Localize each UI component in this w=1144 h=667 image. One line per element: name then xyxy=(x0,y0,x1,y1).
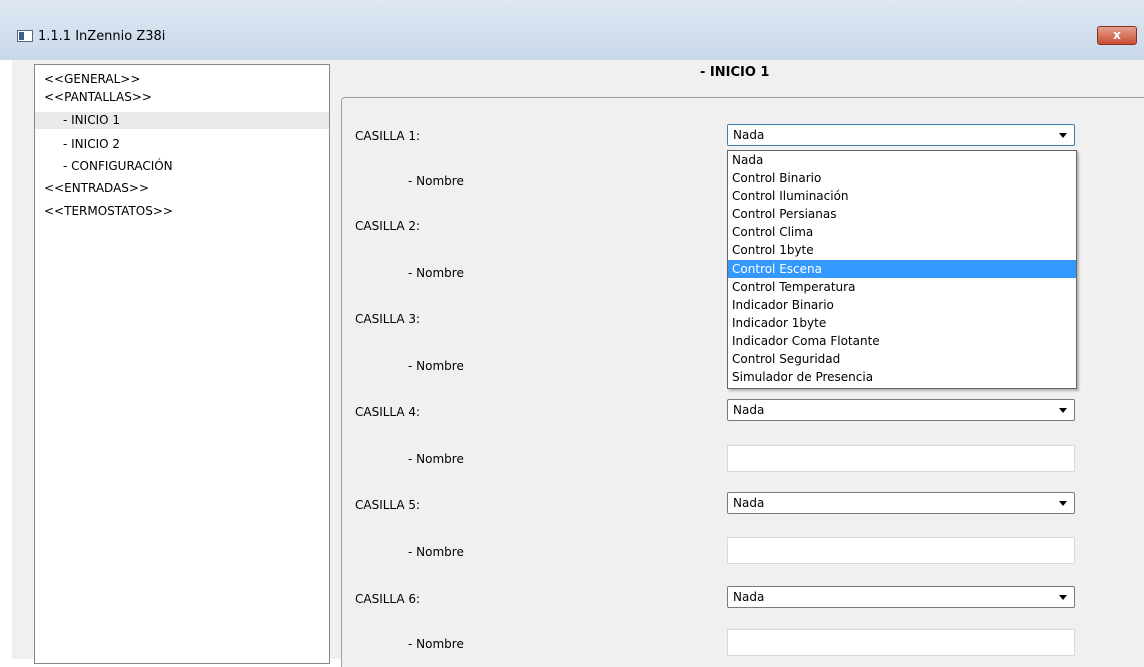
tree-item-pantallas[interactable]: <<PANTALLAS>> xyxy=(35,89,329,106)
casilla-3-nombre-label: - Nombre xyxy=(408,359,464,373)
casilla-4-nombre-input[interactable] xyxy=(727,445,1075,472)
casilla-6-nombre-label: - Nombre xyxy=(408,637,464,651)
casilla-1-nombre-label: - Nombre xyxy=(408,174,464,188)
dropdown-option-indicador-1byte[interactable]: Indicador 1byte xyxy=(728,314,1076,332)
casilla-5-select[interactable]: Nada xyxy=(727,492,1075,514)
casilla-2-nombre-label: - Nombre xyxy=(408,266,464,280)
casilla-5-label: CASILLA 5: xyxy=(355,498,421,512)
casilla-4-value: Nada xyxy=(733,403,765,417)
page-title: - INICIO 1 xyxy=(700,65,770,80)
casilla-5-nombre-label: - Nombre xyxy=(408,545,464,559)
chevron-down-icon xyxy=(1059,501,1067,506)
navigation-tree: <<GENERAL>> <<PANTALLAS>> - INICIO 1 - I… xyxy=(34,64,330,664)
chevron-down-icon xyxy=(1059,408,1067,413)
casilla-6-select[interactable]: Nada xyxy=(727,586,1075,608)
casilla-1-select[interactable]: Nada xyxy=(727,124,1075,146)
dropdown-option-indicador-binario[interactable]: Indicador Binario xyxy=(728,296,1076,314)
casilla-2-label: CASILLA 2: xyxy=(355,219,421,233)
casilla-6-value: Nada xyxy=(733,590,765,604)
tree-item-inicio-2[interactable]: - INICIO 2 xyxy=(35,136,329,153)
casilla-5-nombre-input[interactable] xyxy=(727,537,1075,564)
title-bar: 1.1.1 InZennio Z38i x xyxy=(0,0,1144,60)
dropdown-option-control-clima[interactable]: Control Clima xyxy=(728,223,1076,241)
tree-item-termostatos[interactable]: <<TERMOSTATOS>> xyxy=(35,203,329,220)
chevron-down-icon xyxy=(1059,595,1067,600)
dropdown-option-simulador-de-presencia[interactable]: Simulador de Presencia xyxy=(728,368,1076,386)
dropdown-option-control-escena[interactable]: Control Escena xyxy=(728,260,1076,278)
dropdown-option-indicador-coma-flotante[interactable]: Indicador Coma Flotante xyxy=(728,332,1076,350)
casilla-1-value: Nada xyxy=(733,128,765,142)
casilla-4-nombre-label: - Nombre xyxy=(408,452,464,466)
casilla-1-label: CASILLA 1: xyxy=(355,129,421,143)
casilla-3-label: CASILLA 3: xyxy=(355,312,421,326)
tree-item-inicio-1[interactable]: - INICIO 1 xyxy=(35,112,329,129)
dropdown-option-control-iluminacion[interactable]: Control Iluminación xyxy=(728,187,1076,205)
tree-item-general[interactable]: <<GENERAL>> xyxy=(35,71,329,88)
dropdown-option-control-persianas[interactable]: Control Persianas xyxy=(728,205,1076,223)
dropdown-option-nada[interactable]: Nada xyxy=(728,151,1076,169)
dropdown-option-control-binario[interactable]: Control Binario xyxy=(728,169,1076,187)
close-button[interactable]: x xyxy=(1097,26,1137,45)
casilla-5-value: Nada xyxy=(733,496,765,510)
tree-item-configuracion[interactable]: - CONFIGURACIÓN xyxy=(35,158,329,175)
tree-item-entradas[interactable]: <<ENTRADAS>> xyxy=(35,180,329,197)
casilla-4-select[interactable]: Nada xyxy=(727,399,1075,421)
chevron-down-icon xyxy=(1059,133,1067,138)
window-title: 1.1.1 InZennio Z38i xyxy=(38,29,166,44)
casilla-6-nombre-input[interactable] xyxy=(727,629,1075,656)
casilla-4-label: CASILLA 4: xyxy=(355,405,421,419)
dropdown-option-control-seguridad[interactable]: Control Seguridad xyxy=(728,350,1076,368)
casilla-1-dropdown-list: Nada Control Binario Control Iluminación… xyxy=(727,150,1077,389)
dropdown-option-control-1byte[interactable]: Control 1byte xyxy=(728,241,1076,259)
dropdown-option-control-temperatura[interactable]: Control Temperatura xyxy=(728,278,1076,296)
casilla-6-label: CASILLA 6: xyxy=(355,592,421,606)
app-icon xyxy=(17,30,33,42)
